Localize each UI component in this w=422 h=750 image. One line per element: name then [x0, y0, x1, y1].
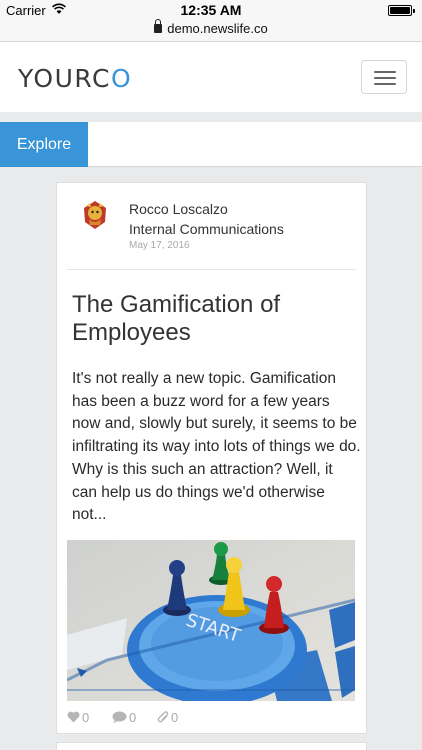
- site-header: YOURCO: [0, 42, 422, 112]
- hamburger-icon-bar: [374, 77, 396, 79]
- avatar[interactable]: [78, 198, 112, 232]
- comment-count: 0: [129, 710, 137, 725]
- comment-button[interactable]: 0: [112, 709, 140, 727]
- divider: [67, 269, 356, 270]
- browser-status-bar: Carrier 12:35 AM demo.newslife.co: [0, 0, 422, 42]
- article-image[interactable]: START: [67, 540, 355, 701]
- article-title[interactable]: The Gamification of Employees: [72, 291, 357, 347]
- battery-icon: [388, 5, 415, 16]
- logo-accent: O: [110, 64, 133, 93]
- comment-icon: [112, 711, 127, 723]
- article-excerpt: It's not really a new topic. Gamificatio…: [72, 370, 361, 524]
- post-date: May 17, 2016: [129, 240, 190, 251]
- address-bar[interactable]: demo.newslife.co: [0, 19, 422, 36]
- author-name[interactable]: Rocco Loscalzo: [129, 201, 228, 217]
- lock-icon: [154, 19, 163, 33]
- heart-icon: [67, 711, 80, 723]
- like-button[interactable]: 0: [67, 709, 95, 727]
- logo-text: YOURC: [18, 64, 111, 93]
- hamburger-icon-bar: [374, 83, 396, 85]
- like-count: 0: [82, 710, 90, 725]
- nav-bar: Explore: [0, 122, 422, 167]
- status-time: 12:35 AM: [180, 2, 242, 18]
- author-department: Internal Communications: [129, 221, 284, 237]
- attachment-button[interactable]: 0: [157, 709, 185, 727]
- hamburger-icon: [374, 71, 396, 73]
- logo[interactable]: YOURCO: [18, 64, 132, 93]
- article-card[interactable]: Rocco Loscalzo Internal Communications M…: [56, 182, 367, 734]
- paperclip-icon: [157, 711, 169, 723]
- menu-button[interactable]: [361, 60, 407, 94]
- attachment-count: 0: [171, 710, 179, 725]
- url-text: demo.newslife.co: [167, 21, 268, 36]
- next-article-card[interactable]: [56, 742, 367, 750]
- tab-explore[interactable]: Explore: [0, 122, 88, 167]
